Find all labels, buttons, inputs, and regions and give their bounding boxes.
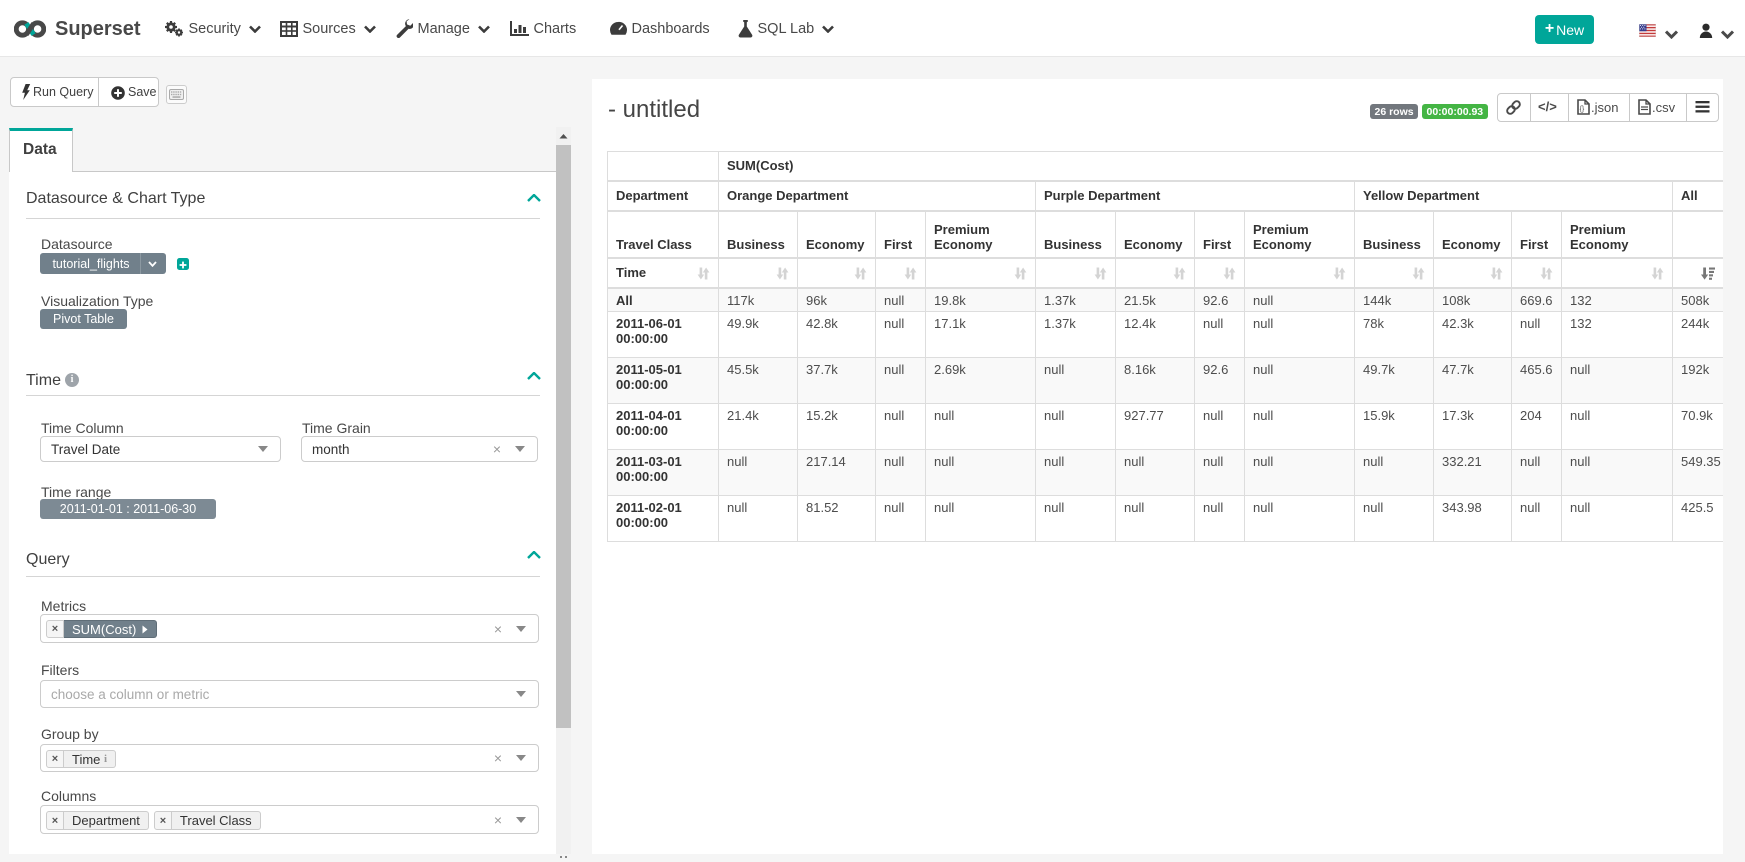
svg-text:{}: {} bbox=[1580, 106, 1585, 113]
